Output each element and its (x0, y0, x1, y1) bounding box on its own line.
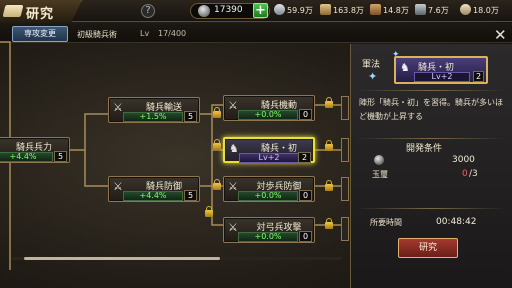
tactic-level: Lv+2 (414, 72, 470, 82)
node-bonus: +1.5% (123, 112, 183, 122)
scrollbar-thumb[interactable] (24, 257, 220, 260)
node-bonus: +4.4% (123, 191, 183, 201)
lock-icon (213, 107, 221, 118)
lock-icon (325, 140, 333, 151)
node-bonus: +0.0% (238, 191, 298, 201)
cavalry-icon: ♞ (400, 61, 410, 74)
offscreen-node[interactable] (341, 96, 349, 120)
node-bonus: +0.0% (238, 232, 298, 242)
node-kihei-yuso[interactable]: ⚔ 騎兵輸送 +1.5% 5 (108, 97, 200, 123)
conditions-title: 開発条件 (406, 144, 443, 154)
item-name: 玉璽 (372, 170, 388, 179)
node-level: 5 (184, 111, 197, 122)
node-level: 0 (299, 109, 312, 120)
cavalry-icon: ♞ (229, 142, 239, 155)
node-bonus: +0.0% (238, 110, 298, 120)
node-bonus: Lv+2 (239, 153, 299, 163)
cost-value: 3000 (452, 155, 475, 165)
item-need: /3 (469, 169, 478, 179)
lock-icon (213, 139, 221, 150)
lock-icon (325, 218, 333, 229)
crossed-swords-icon: ⚔ (228, 221, 238, 234)
node-kihei-bogyo[interactable]: ⚔ 騎兵防御 +4.4% 5 (108, 176, 200, 202)
offscreen-node[interactable] (341, 217, 349, 241)
crossed-swords-icon: ⚔ (113, 101, 123, 114)
lock-icon (213, 179, 221, 190)
node-kihei-heiryoku[interactable]: 騎兵兵力 +4.4% 5 (0, 137, 70, 163)
research-button[interactable]: 研究 (398, 238, 458, 258)
crossed-swords-icon: ⚔ (113, 180, 123, 193)
node-taiho-bogyo[interactable]: ⚔ 対歩兵防御 +0.0% 0 (223, 176, 315, 202)
crossed-swords-icon: ⚔ (228, 99, 238, 112)
tactic-label: 軍法 (362, 60, 381, 70)
node-level: 5 (54, 151, 67, 162)
node-level: 0 (299, 190, 312, 201)
item-have: 0 (462, 169, 468, 179)
tactic-count: 2 (473, 71, 484, 82)
time-label: 所要時間 (370, 218, 402, 227)
node-taikyu-kogeki[interactable]: ⚔ 対弓兵攻撃 +0.0% 0 (223, 217, 315, 243)
node-kihei-kido[interactable]: ⚔ 騎兵機動 +0.0% 0 (223, 95, 315, 121)
lock-icon (325, 97, 333, 108)
node-level: 5 (184, 190, 197, 201)
silver-coin-icon (374, 155, 384, 165)
offscreen-node[interactable] (341, 177, 349, 201)
lock-icon (325, 180, 333, 191)
close-button[interactable]: ✕ (494, 26, 507, 44)
offscreen-node[interactable] (341, 138, 349, 162)
node-bonus: +4.4% (0, 152, 53, 162)
divider (356, 138, 506, 139)
node-level: 0 (299, 231, 312, 242)
divider (356, 90, 506, 91)
node-kihei-sho[interactable]: ♞ 騎兵・初 Lv+2 2 (223, 137, 315, 163)
tactic-card[interactable]: ♞ 騎兵・初 Lv+2 2 (394, 56, 488, 84)
node-level: 2 (298, 152, 311, 163)
time-value: 00:48:42 (436, 217, 477, 227)
lock-icon (205, 206, 213, 217)
tactic-description: 陣形「騎兵・初」を習得。騎兵が多いほど機動が上昇する (359, 98, 503, 121)
crossed-swords-icon: ⚔ (228, 180, 238, 193)
divider (356, 208, 506, 209)
sparkle-icon: ✦ (368, 70, 378, 83)
